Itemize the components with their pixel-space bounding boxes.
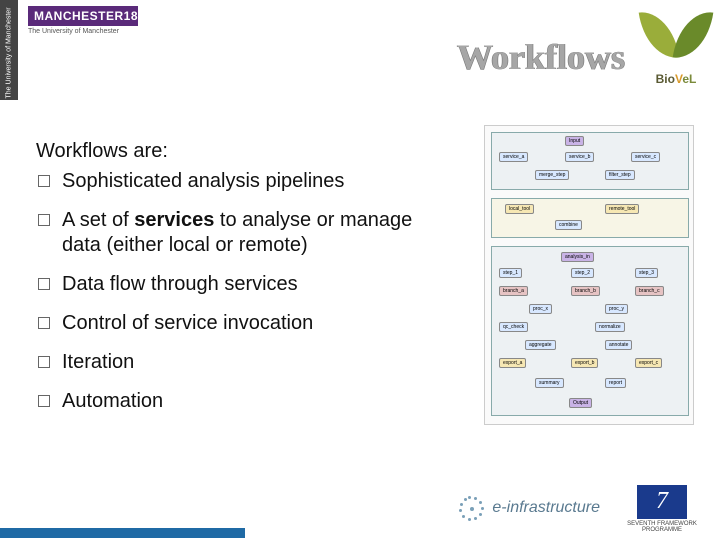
fp7-logo: 7 SEVENTH FRAMEWORK PROGRAMME bbox=[622, 485, 702, 534]
list-item: Iteration bbox=[36, 350, 436, 375]
footer-accent-strip bbox=[0, 528, 245, 538]
bullet-list: Sophisticated analysis pipelines A set o… bbox=[36, 169, 436, 414]
university-vertical-text: The University of Manchester bbox=[6, 9, 13, 99]
manchester-subtext: The University of Manchester bbox=[28, 28, 138, 35]
fp7-caption: SEVENTH FRAMEWORK PROGRAMME bbox=[622, 521, 702, 534]
slide-title: Workflows bbox=[457, 36, 625, 78]
fp7-number: 7 bbox=[656, 488, 668, 515]
content-body: Workflows are: Sophisticated analysis pi… bbox=[36, 140, 436, 428]
manchester-year: 1824 bbox=[124, 9, 153, 23]
list-item: Automation bbox=[36, 389, 436, 414]
fp7-flag-icon: 7 bbox=[637, 485, 687, 519]
workflow-diagram: Input service_a service_b service_c merg… bbox=[484, 125, 694, 425]
einfrastructure-logo: e-infrastructure bbox=[458, 494, 600, 522]
manchester-logo: MANCHESTER 1824 The University of Manche… bbox=[28, 6, 138, 35]
list-item: Sophisticated analysis pipelines bbox=[36, 169, 436, 194]
lead-text: Workflows are: bbox=[36, 140, 436, 163]
list-item: A set of services to analyse or manage d… bbox=[36, 208, 436, 258]
leaf-icon bbox=[673, 8, 714, 62]
list-item: Data flow through services bbox=[36, 272, 436, 297]
manchester-name: MANCHESTER bbox=[34, 9, 124, 23]
university-vertical-strip: The University of Manchester bbox=[0, 0, 18, 100]
footer: e-infrastructure 7 SEVENTH FRAMEWORK PRO… bbox=[0, 480, 720, 540]
biovel-logo: BioVeL bbox=[642, 8, 710, 86]
einfrastructure-label: e-infrastructure bbox=[492, 499, 600, 517]
biovel-part1: Bio bbox=[656, 72, 675, 86]
dots-icon bbox=[458, 494, 486, 522]
biovel-part3: eL bbox=[682, 72, 696, 86]
list-item: Control of service invocation bbox=[36, 311, 436, 336]
